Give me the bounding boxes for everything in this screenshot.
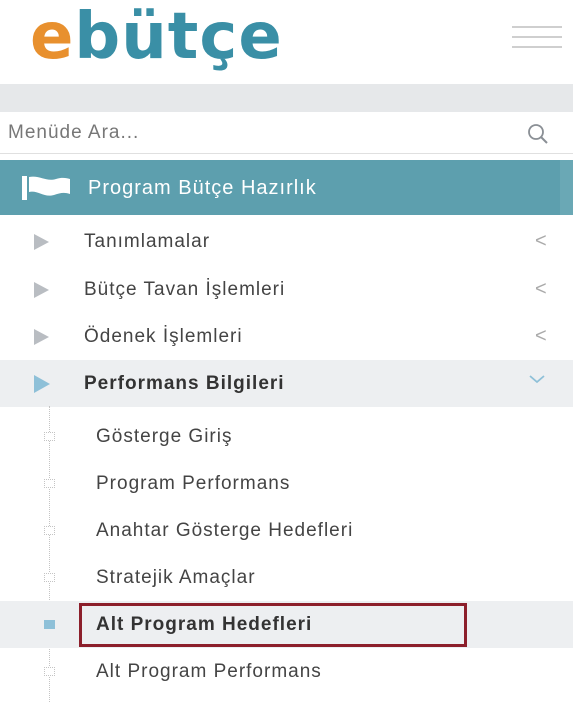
chevron-left-icon: < [535, 278, 547, 300]
submenu-item-label: Program Performans [96, 473, 291, 494]
selection-highlight-box [79, 603, 467, 647]
menu-item-odenek-islemleri[interactable]: Ödenek İşlemleri < [0, 313, 573, 360]
menu-item-tanimlamalar[interactable]: Tanımlamalar < [0, 218, 573, 265]
tree-node-icon [44, 573, 55, 582]
logo-letter-e: e [30, 0, 75, 74]
menu-item-performans-bilgileri[interactable]: Performans Bilgileri [0, 360, 573, 407]
caret-right-icon [34, 328, 49, 345]
menu-item-label: Tanımlamalar [84, 230, 211, 252]
header-divider-band [0, 84, 573, 112]
hamburger-line [512, 26, 562, 28]
submenu-item-alt-program-performans[interactable]: Alt Program Performans [0, 648, 573, 695]
caret-right-icon [34, 374, 50, 393]
submenu-item-program-performans[interactable]: Program Performans [0, 460, 573, 507]
submenu-item-anahtar-gosterge-hedefleri[interactable]: Anahtar Gösterge Hedefleri [0, 507, 573, 554]
tree-node-icon [44, 526, 55, 535]
logo-text: ebütçe [30, 5, 283, 69]
performans-submenu: Gösterge Giriş Program Performans Anahta… [0, 406, 573, 702]
search-icon[interactable] [526, 122, 550, 146]
menu-search-input[interactable] [0, 112, 500, 153]
header: ebütçe [0, 0, 573, 84]
tree-node-icon [44, 432, 55, 441]
tree-node-icon [44, 620, 55, 629]
menu-item-butce-tavan-islemleri[interactable]: Bütçe Tavan İşlemleri < [0, 266, 573, 313]
menu-item-label: Performans Bilgileri [84, 372, 285, 394]
chevron-left-icon: < [535, 230, 547, 252]
submenu-item-label: Gösterge Giriş [96, 426, 233, 447]
chevron-down-icon [529, 375, 545, 384]
section-label: Program Bütçe Hazırlık [88, 177, 317, 199]
chevron-left-icon: < [535, 325, 547, 347]
caret-right-icon [34, 281, 49, 298]
menu-search-box [0, 112, 573, 154]
logo-word: bütçe [74, 0, 283, 74]
ebutce-logo[interactable]: ebütçe [30, 2, 283, 72]
submenu-item-alt-program-hedefleri[interactable]: Alt Program Hedefleri [0, 601, 573, 648]
menu-item-label: Ödenek İşlemleri [84, 325, 243, 347]
menu-item-label: Bütçe Tavan İşlemleri [84, 278, 286, 300]
section-edge [560, 160, 573, 215]
hamburger-line [512, 46, 562, 48]
submenu-item-stratejik-amaclar[interactable]: Stratejik Amaçlar [0, 554, 573, 601]
tree-node-icon [44, 667, 55, 676]
section-program-butce-hazirlik[interactable]: Program Bütçe Hazırlık [0, 160, 573, 215]
submenu-item-label: Stratejik Amaçlar [96, 567, 256, 588]
submenu-item-label: Alt Program Performans [96, 661, 322, 682]
hamburger-line [512, 36, 562, 38]
flag-icon [22, 176, 70, 200]
submenu-item-label: Anahtar Gösterge Hedefleri [96, 520, 354, 541]
hamburger-menu-icon[interactable] [512, 26, 562, 48]
tree-node-icon [44, 479, 55, 488]
caret-right-icon [34, 233, 49, 250]
submenu-item-gosterge-giris[interactable]: Gösterge Giriş [0, 413, 573, 460]
